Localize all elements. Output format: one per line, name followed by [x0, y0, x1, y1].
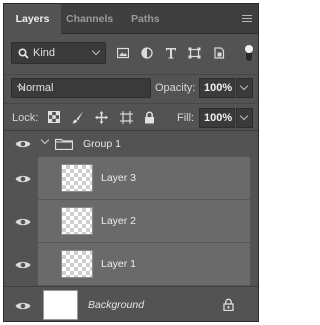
opacity-input[interactable]: 100% — [199, 78, 235, 98]
adjustment-filter-icon[interactable] — [141, 47, 153, 59]
panel-tab-bar: Layers Channels Paths — [4, 4, 258, 35]
lock-all-icon[interactable] — [144, 111, 155, 124]
lock-position-icon[interactable] — [95, 111, 108, 124]
type-filter-icon[interactable] — [165, 47, 177, 59]
chevron-down-icon — [239, 81, 249, 91]
smart-object-filter-icon[interactable] — [213, 47, 225, 59]
layer-thumbnail — [61, 164, 93, 192]
lock-icon[interactable] — [223, 298, 234, 311]
filter-kind-label: Kind — [33, 47, 56, 59]
fill-input[interactable]: 100% — [199, 108, 235, 128]
fill-value: 100% — [204, 112, 233, 124]
tab-channels[interactable]: Channels — [66, 4, 113, 34]
blend-mode-row: Normal Opacity: 100% — [4, 74, 258, 100]
tab-layers[interactable]: Layers — [4, 4, 61, 35]
layer-thumbnail — [61, 207, 93, 235]
search-icon — [18, 48, 29, 59]
lock-transparent-pixels-icon[interactable] — [48, 111, 60, 123]
eye-icon[interactable] — [15, 139, 31, 149]
layer-name: Layer 1 — [101, 258, 137, 270]
panel-menu-icon[interactable] — [242, 15, 252, 23]
layer-name: Layer 2 — [101, 215, 137, 227]
folder-icon — [55, 138, 73, 150]
opacity-label: Opacity: — [155, 82, 196, 94]
layer-cell[interactable]: Layer 2 — [38, 200, 250, 243]
eye-icon[interactable] — [15, 301, 31, 311]
chevron-down-icon — [239, 111, 249, 121]
layer-name: Layer 3 — [101, 172, 137, 184]
layers-list: Group 1 Layer 3 Layer 2 Layer 1 Backgrou… — [4, 133, 258, 321]
lock-artboard-icon[interactable] — [120, 111, 133, 124]
shape-filter-icon[interactable] — [188, 47, 201, 59]
opacity-dropdown-button[interactable] — [236, 78, 253, 98]
background-layer-name: Background — [88, 299, 145, 311]
eye-icon[interactable] — [15, 217, 31, 227]
background-layer-row[interactable]: Background — [4, 286, 258, 321]
filter-toggle-icon[interactable] — [244, 45, 254, 61]
lock-label: Lock: — [12, 112, 39, 124]
opacity-value: 100% — [204, 82, 233, 94]
image-filter-icon[interactable] — [117, 47, 129, 59]
layer-cell[interactable]: Layer 3 — [38, 157, 250, 200]
layer-row[interactable]: Layer 1 — [4, 243, 258, 286]
layer-row[interactable]: Layer 2 — [4, 200, 258, 243]
background-thumbnail — [43, 290, 78, 320]
layers-panel: Layers Channels Paths Kind Normal Opacit… — [3, 3, 259, 322]
layer-filter-row: Kind — [4, 39, 258, 67]
lock-image-pixels-icon[interactable] — [72, 111, 84, 124]
layer-row[interactable]: Layer 3 — [4, 157, 258, 200]
tab-paths[interactable]: Paths — [131, 4, 160, 34]
layer-group-row[interactable]: Group 1 — [4, 133, 258, 155]
group-name: Group 1 — [83, 138, 121, 150]
chevron-down-icon[interactable] — [40, 135, 50, 145]
eye-icon[interactable] — [15, 260, 31, 270]
layer-cell[interactable]: Layer 1 — [38, 243, 250, 286]
fill-dropdown-button[interactable] — [236, 108, 253, 128]
layer-thumbnail — [61, 250, 93, 278]
lock-row: Lock: Fill: 100% — [4, 103, 258, 131]
chevron-down-icon — [91, 46, 101, 56]
filter-kind-dropdown[interactable]: Kind — [11, 42, 106, 64]
eye-icon[interactable] — [15, 174, 31, 184]
blend-mode-dropdown[interactable]: Normal — [11, 78, 151, 98]
fill-label: Fill: — [177, 112, 195, 124]
